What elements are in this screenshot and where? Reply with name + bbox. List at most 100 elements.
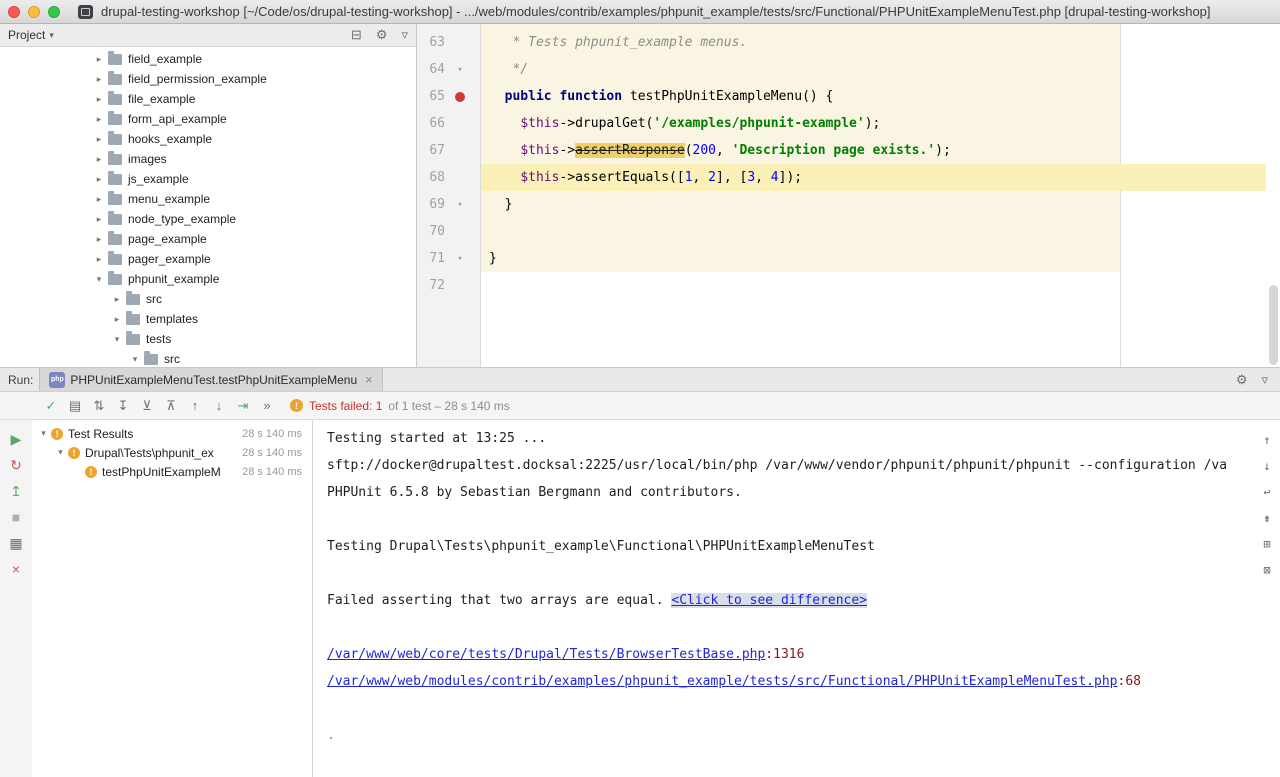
code-line[interactable]: $this->drupalGet('/examples/phpunit-exam… — [481, 110, 1266, 137]
project-tree-item[interactable]: ▸field_example — [0, 49, 416, 69]
run-tab[interactable]: php PHPUnitExampleMenuTest.testPhpUnitEx… — [39, 368, 382, 391]
minimize-window-button[interactable] — [28, 6, 40, 18]
code-line[interactable] — [481, 272, 1266, 299]
soft-wrap-icon[interactable]: ↩ — [1257, 482, 1277, 502]
project-tree-item[interactable]: ▸field_permission_example — [0, 69, 416, 89]
chevron-right-icon[interactable]: ▸ — [93, 214, 105, 225]
code-line[interactable]: * Tests phpunit_example menus. — [481, 29, 1266, 56]
sort-by-duration-icon[interactable]: ↧ — [112, 395, 134, 417]
code-token: , — [755, 170, 771, 185]
show-passed-icon[interactable]: ✓ — [40, 395, 62, 417]
code-line[interactable]: } — [481, 245, 1266, 272]
fold-icon[interactable]: ▾ — [445, 254, 475, 264]
fold-icon[interactable]: ▾ — [445, 200, 475, 210]
project-tree-item[interactable]: ▸pager_example — [0, 249, 416, 269]
chevron-right-icon[interactable]: ▸ — [93, 114, 105, 125]
test-status: ! Tests failed: 1 of 1 test – 28 s 140 m… — [290, 399, 510, 413]
hide-panel-icon[interactable]: ▿ — [401, 27, 408, 43]
rerun-tests-icon[interactable]: ▶ — [5, 428, 27, 450]
project-tree-item[interactable]: ▸templates — [0, 309, 416, 329]
chevron-right-icon[interactable]: ▸ — [93, 134, 105, 145]
chevron-right-icon[interactable]: ▸ — [93, 54, 105, 65]
code-line[interactable]: */ — [481, 56, 1266, 83]
show-ignored-icon[interactable]: ▤ — [64, 395, 86, 417]
clear-console-icon[interactable]: ⊠ — [1257, 560, 1277, 580]
expand-all-icon[interactable]: ⊻ — [136, 395, 158, 417]
test-tree-item[interactable]: !testPhpUnitExampleM28 s 140 ms — [32, 462, 312, 481]
up-stack-trace-icon[interactable]: ↑ — [1257, 430, 1277, 450]
code-line[interactable]: public function testPhpUnitExampleMenu()… — [481, 83, 1266, 110]
project-tree-item[interactable]: ▸src — [0, 289, 416, 309]
test-tree-item[interactable]: ▾!Drupal\Tests\phpunit_ex28 s 140 ms — [32, 443, 312, 462]
code-token — [489, 143, 520, 158]
run-settings-gear-icon[interactable]: ⚙ — [1236, 372, 1248, 388]
project-tree-item[interactable]: ▾phpunit_example — [0, 269, 416, 289]
toggle-auto-test-icon[interactable]: ↥ — [5, 480, 27, 502]
code-area[interactable]: * Tests phpunit_example menus. */ public… — [481, 24, 1280, 367]
chevron-down-icon[interactable]: ▾ — [55, 447, 66, 458]
project-tree-item[interactable]: ▸form_api_example — [0, 109, 416, 129]
console-link[interactable]: <Click to see difference> — [671, 593, 867, 608]
gutter-line: 70 — [417, 218, 480, 245]
close-tab-icon[interactable]: × — [365, 372, 373, 387]
chevron-down-icon[interactable]: ▾ — [38, 428, 49, 439]
project-tree-item[interactable]: ▸node_type_example — [0, 209, 416, 229]
stop-icon[interactable]: ■ — [5, 506, 27, 528]
line-number: 66 — [417, 116, 445, 131]
collapse-all-icon[interactable]: ⊼ — [160, 395, 182, 417]
chevron-down-icon[interactable]: ▾ — [49, 30, 54, 41]
code-line[interactable]: $this->assertResponse(200, 'Description … — [481, 137, 1266, 164]
editor-scrollbar[interactable] — [1269, 285, 1278, 365]
more-chevron-icon[interactable]: » — [256, 395, 278, 417]
collapse-all-icon[interactable]: ⊟ — [351, 27, 362, 43]
project-tree-item[interactable]: ▾src — [0, 349, 416, 367]
code-line[interactable]: $this->assertEquals([1, 2], [3, 4]); — [481, 164, 1266, 191]
previous-failed-test-icon[interactable]: ↑ — [184, 395, 206, 417]
chevron-right-icon[interactable]: ▸ — [93, 254, 105, 265]
chevron-right-icon[interactable]: ▸ — [93, 154, 105, 165]
code-line[interactable]: } — [481, 191, 1266, 218]
chevron-right-icon[interactable]: ▸ — [111, 294, 123, 305]
chevron-down-icon[interactable]: ▾ — [93, 274, 105, 285]
chevron-down-icon[interactable]: ▾ — [129, 354, 141, 365]
chevron-right-icon[interactable]: ▸ — [93, 194, 105, 205]
line-number: 72 — [417, 278, 445, 293]
chevron-right-icon[interactable]: ▸ — [111, 314, 123, 325]
rerun-failed-tests-icon[interactable]: ↻ — [5, 454, 27, 476]
scroll-to-end-icon[interactable]: ⇟ — [1257, 508, 1277, 528]
line-number: 71 — [417, 251, 445, 266]
project-tree-item[interactable]: ▸page_example — [0, 229, 416, 249]
chevron-right-icon[interactable]: ▸ — [93, 234, 105, 245]
close-run-panel-icon[interactable]: × — [5, 558, 27, 580]
fold-icon[interactable]: ▾ — [445, 65, 475, 75]
project-tree-item[interactable]: ▸js_example — [0, 169, 416, 189]
project-tree-item[interactable]: ▾tests — [0, 329, 416, 349]
next-failed-test-icon[interactable]: ↓ — [208, 395, 230, 417]
down-stack-trace-icon[interactable]: ↓ — [1257, 456, 1277, 476]
chevron-right-icon[interactable]: ▸ — [93, 74, 105, 85]
export-test-results-icon[interactable]: ⇥ — [232, 395, 254, 417]
print-icon[interactable]: ⊞ — [1257, 534, 1277, 554]
sort-alphabetically-icon[interactable]: ⇅ — [88, 395, 110, 417]
project-tree-item[interactable]: ▸images — [0, 149, 416, 169]
folder-icon — [108, 194, 122, 205]
zoom-window-button[interactable] — [48, 6, 60, 18]
project-tree-item[interactable]: ▸hooks_example — [0, 129, 416, 149]
console[interactable]: Testing started at 13:25 ...sftp://docke… — [313, 420, 1280, 777]
console-line: /var/www/web/core/tests/Drupal/Tests/Bro… — [327, 641, 1246, 668]
close-window-button[interactable] — [8, 6, 20, 18]
code-line[interactable] — [481, 218, 1266, 245]
project-tree-item[interactable]: ▸menu_example — [0, 189, 416, 209]
console-link[interactable]: /var/www/web/modules/contrib/examples/ph… — [327, 674, 1118, 689]
restore-layout-icon[interactable]: ▦ — [5, 532, 27, 554]
test-failed-gutter-icon[interactable] — [445, 92, 475, 102]
chevron-right-icon[interactable]: ▸ — [93, 94, 105, 105]
chevron-right-icon[interactable]: ▸ — [93, 174, 105, 185]
console-link[interactable]: /var/www/web/core/tests/Drupal/Tests/Bro… — [327, 647, 765, 662]
chevron-down-icon[interactable]: ▾ — [111, 334, 123, 345]
project-tree-item[interactable]: ▸file_example — [0, 89, 416, 109]
settings-gear-icon[interactable]: ⚙ — [376, 27, 388, 43]
test-tree-item[interactable]: ▾!Test Results28 s 140 ms — [32, 424, 312, 443]
hide-run-panel-icon[interactable]: ▿ — [1261, 372, 1268, 388]
project-panel-title[interactable]: Project — [8, 28, 45, 42]
